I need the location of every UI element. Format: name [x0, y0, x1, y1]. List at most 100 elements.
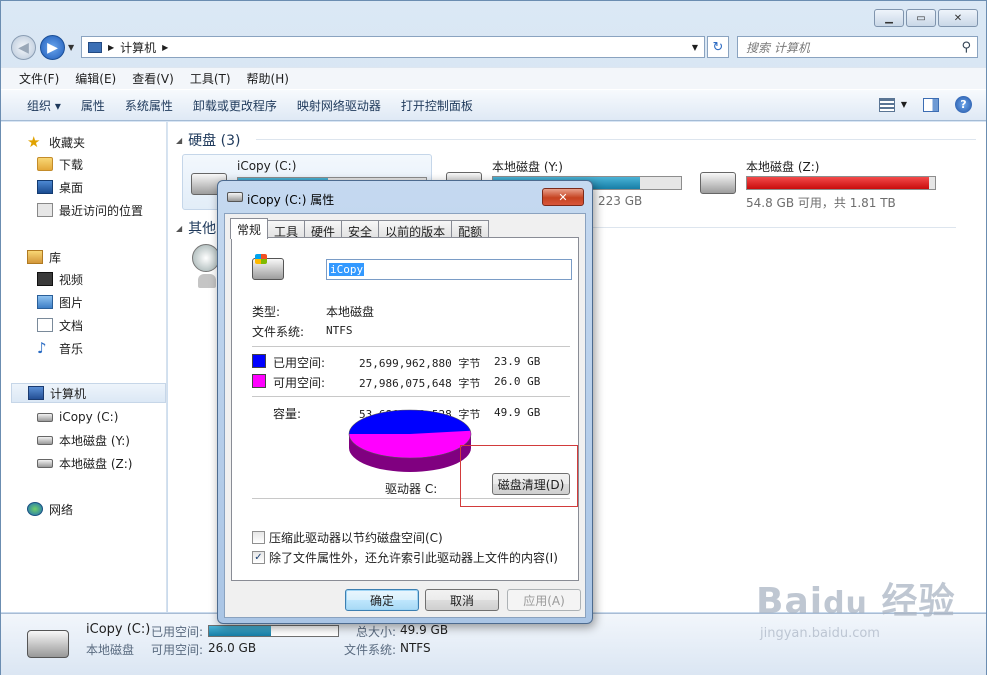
nav-videos[interactable]: 视频 — [37, 269, 83, 289]
menu-help[interactable]: 帮助(H) — [239, 70, 297, 87]
system-properties-button[interactable]: 系统属性 — [115, 97, 183, 114]
drive-icon — [37, 435, 53, 445]
search-input[interactable]: 搜索 计算机 ⚲ — [737, 36, 978, 58]
details-used-label: 已用空间: — [151, 625, 204, 639]
chevron-down-icon: ▼ — [900, 100, 907, 109]
dialog-close-button[interactable]: ✕ — [542, 188, 584, 206]
menu-file[interactable]: 文件(F) — [11, 70, 67, 87]
drive-icon — [227, 192, 243, 202]
used-space-bytes: 25,699,962,880 字节 — [359, 357, 481, 370]
nav-libraries[interactable]: 库 — [27, 247, 61, 267]
menu-edit[interactable]: 编辑(E) — [67, 70, 124, 87]
tab-general[interactable]: 常规 — [230, 218, 269, 239]
tab-quota[interactable]: 配额 — [451, 220, 490, 239]
minimize-button[interactable]: ▁ — [874, 9, 904, 27]
nav-drive-z[interactable]: 本地磁盘 (Z:) — [37, 453, 132, 473]
tab-tools[interactable]: 工具 — [267, 220, 306, 239]
nav-documents[interactable]: 文档 — [37, 315, 83, 335]
tab-hardware[interactable]: 硬件 — [304, 220, 343, 239]
map-network-drive-button[interactable]: 映射网络驱动器 — [287, 97, 391, 114]
nav-label: 最近访问的位置 — [59, 203, 144, 218]
hard-drive-icon — [27, 630, 69, 658]
nav-recent-places[interactable]: 最近访问的位置 — [37, 200, 143, 220]
nav-pictures[interactable]: 图片 — [37, 292, 83, 312]
group-divider — [256, 139, 976, 140]
nav-label: 网络 — [49, 502, 74, 517]
nav-music[interactable]: ♪ 音乐 — [37, 338, 83, 358]
details-fs-label: 文件系统: — [344, 643, 397, 657]
command-bar: 组织 ▾ 属性 系统属性 卸载或更改程序 映射网络驱动器 打开控制面板 ▼ ? — [1, 89, 986, 121]
free-space-gb: 26.0 GB — [494, 375, 541, 388]
preview-pane-icon[interactable] — [923, 97, 939, 112]
nav-network[interactable]: 网络 — [27, 499, 73, 519]
disk-usage-pie-chart — [348, 409, 472, 472]
drive-free-space: 223 GB — [598, 194, 643, 208]
properties-button[interactable]: 属性 — [71, 97, 115, 114]
nav-favorites[interactable]: ★ 收藏夹 — [27, 132, 85, 152]
group-header-hard-disks[interactable]: ◢ 硬盘 (3) — [176, 130, 976, 150]
address-bar[interactable]: ▶ 计算机 ▶ ▼ — [81, 36, 705, 58]
computer-icon — [88, 41, 102, 53]
drive-letter-label: 驱动器 C: — [385, 482, 438, 496]
cancel-button[interactable]: 取消 — [425, 589, 499, 611]
navigation-pane: ★ 收藏夹 下载 桌面 最近访问的位置 库 视频 图片 文档 ♪ 音乐 计算机 … — [1, 122, 167, 612]
menu-tools[interactable]: 工具(T) — [182, 70, 239, 87]
allow-indexing-checkbox[interactable]: ✓ 除了文件属性外，还允许索引此驱动器上文件的内容(I) — [252, 549, 558, 566]
hard-drive-icon — [700, 172, 736, 194]
ok-button[interactable]: 确定 — [345, 589, 419, 611]
free-space-bytes: 27,986,075,648 字节 — [359, 377, 481, 390]
type-label: 类型: — [252, 305, 281, 319]
nav-label: 文档 — [59, 318, 84, 333]
view-options-button[interactable]: ▼ — [878, 97, 907, 112]
help-icon[interactable]: ? — [955, 96, 972, 113]
nav-label: 本地磁盘 (Z:) — [59, 456, 133, 471]
drive-icon — [37, 458, 53, 468]
nav-label: 下载 — [59, 157, 84, 172]
capacity-gb: 49.9 GB — [494, 406, 541, 419]
close-button[interactable]: ✕ — [938, 9, 978, 27]
general-tab-panel: iCopy 类型: 本地磁盘 文件系统: NTFS 已用空间: 25,699,9… — [231, 237, 579, 581]
search-icon[interactable]: ⚲ — [961, 40, 971, 55]
details-total-label: 总大小: — [356, 625, 397, 639]
type-value: 本地磁盘 — [326, 305, 375, 319]
nav-computer[interactable]: 计算机 — [11, 383, 166, 403]
details-usage-bar — [208, 625, 339, 637]
uninstall-program-button[interactable]: 卸载或更改程序 — [183, 97, 287, 114]
history-dropdown-icon[interactable]: ▼ — [68, 43, 74, 52]
back-button[interactable]: ◀ — [11, 35, 36, 60]
nav-desktop[interactable]: 桌面 — [37, 177, 83, 197]
collapse-triangle-icon: ◢ — [176, 223, 183, 233]
group-header-other[interactable]: ◢ 其他 — [176, 218, 956, 238]
maximize-button[interactable]: ▭ — [906, 9, 936, 27]
navigation-bar: ◀ ▶ ▼ ▶ 计算机 ▶ ▼ ↻ 搜索 计算机 ⚲ — [1, 33, 986, 61]
drive-icon — [252, 254, 284, 280]
download-folder-icon — [37, 157, 53, 171]
drive-tile-z[interactable]: 本地磁盘 (Z:) 54.8 GB 可用，共 1.81 TB — [692, 154, 952, 210]
compress-drive-checkbox[interactable]: 压缩此驱动器以节约磁盘空间(C) — [252, 529, 443, 546]
nav-label: 库 — [49, 250, 62, 265]
nav-label: 桌面 — [59, 180, 84, 195]
tab-previous-versions[interactable]: 以前的版本 — [378, 220, 453, 239]
search-placeholder: 搜索 计算机 — [746, 40, 810, 55]
open-control-panel-button[interactable]: 打开控制面板 — [391, 97, 483, 114]
nav-drive-c[interactable]: iCopy (C:) — [37, 407, 118, 427]
music-icon: ♪ — [37, 339, 47, 357]
drive-icon — [37, 412, 53, 422]
nav-downloads[interactable]: 下载 — [37, 154, 83, 174]
filesystem-label: 文件系统: — [252, 325, 305, 339]
organize-button[interactable]: 组织 ▾ — [17, 97, 71, 114]
address-dropdown-icon[interactable]: ▼ — [692, 43, 698, 52]
tab-security[interactable]: 安全 — [341, 220, 380, 239]
highlight-annotation — [460, 445, 578, 507]
nav-drive-y[interactable]: 本地磁盘 (Y:) — [37, 430, 130, 450]
menu-view[interactable]: 查看(V) — [124, 70, 182, 87]
forward-button[interactable]: ▶ — [40, 35, 65, 60]
picture-icon — [37, 295, 53, 309]
drive-name: iCopy (C:) — [237, 159, 297, 173]
nav-label: 音乐 — [59, 341, 84, 356]
computer-icon — [28, 386, 44, 400]
video-icon — [37, 272, 53, 286]
filesystem-value: NTFS — [326, 324, 353, 337]
volume-name-input[interactable]: iCopy — [326, 259, 572, 280]
refresh-icon[interactable]: ↻ — [707, 36, 729, 58]
